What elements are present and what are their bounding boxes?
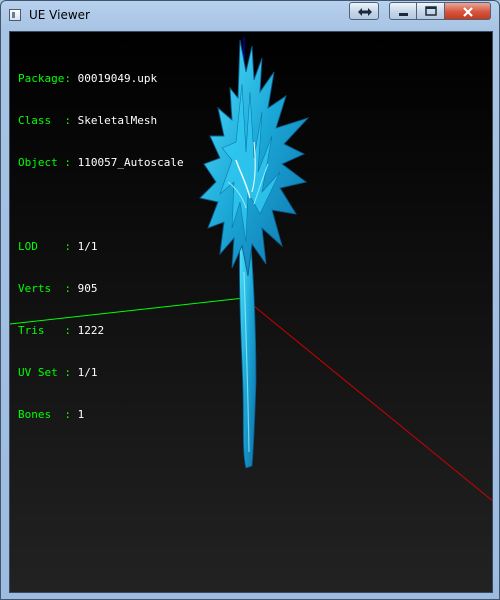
app-icon bbox=[9, 9, 21, 21]
window-title: UE Viewer bbox=[29, 8, 90, 22]
close-button[interactable] bbox=[445, 2, 491, 20]
info-row-verts: Verts : 905 bbox=[18, 282, 98, 295]
axis-x-line bbox=[243, 297, 492, 502]
info-row-class: Class : SkeletalMesh bbox=[18, 114, 158, 127]
3d-viewport[interactable]: Package: 00019049.upk Class : SkeletalMe… bbox=[9, 31, 493, 593]
resize-button[interactable] bbox=[349, 2, 379, 20]
resize-arrows-icon bbox=[358, 8, 372, 16]
info-row-package: Package: 00019049.upk bbox=[18, 72, 158, 85]
info-row-object: Object : 110057_Autoscale bbox=[18, 156, 184, 169]
info-row-bones: Bones : 1 bbox=[18, 408, 85, 421]
mesh-model bbox=[199, 39, 310, 469]
info-spacer bbox=[18, 198, 184, 212]
title-bar[interactable]: UE Viewer bbox=[1, 1, 499, 31]
info-row-tris: Tris : 1222 bbox=[18, 324, 105, 337]
info-row-uvset: UV Set : 1/1 bbox=[18, 366, 98, 379]
info-row-lod: LOD : 1/1 bbox=[18, 240, 98, 253]
minimize-icon bbox=[399, 13, 408, 16]
ue-viewer-window: UE Viewer Package: 00019049.upk Class: … bbox=[0, 0, 500, 600]
maximize-button[interactable] bbox=[417, 2, 445, 20]
minimize-button[interactable] bbox=[389, 2, 417, 20]
close-icon bbox=[463, 7, 473, 17]
mesh-info-panel: Package: 00019049.upk Class : SkeletalMe… bbox=[18, 44, 184, 450]
maximize-icon bbox=[425, 6, 437, 16]
